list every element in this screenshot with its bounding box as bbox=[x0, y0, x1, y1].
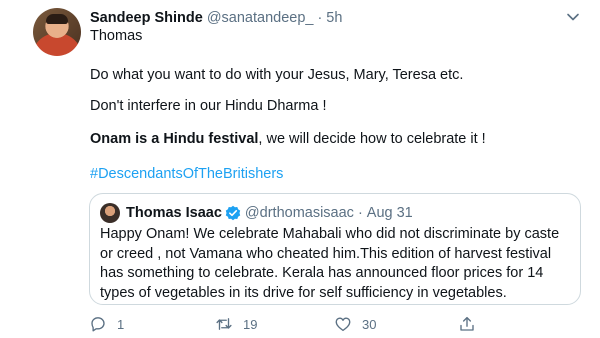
like-button[interactable]: 30 bbox=[334, 313, 376, 335]
reply-icon bbox=[91, 317, 105, 332]
quoted-avatar[interactable] bbox=[100, 203, 120, 223]
avatar-hair bbox=[46, 14, 68, 24]
retweet-button[interactable]: 19 bbox=[215, 313, 257, 335]
chevron-down-icon[interactable] bbox=[566, 10, 580, 24]
quoted-text: Happy Onam! We celebrate Mahabali who di… bbox=[100, 226, 560, 301]
share-button[interactable] bbox=[458, 313, 476, 335]
tweet-text-line-3: Don't interfere in our Hindu Dharma ! bbox=[90, 98, 327, 114]
quoted-header: Thomas Isaac @drthomasisaac · Aug 31 bbox=[126, 204, 413, 222]
bold-phrase: Onam is a Hindu festival bbox=[90, 131, 259, 147]
quoted-author-name[interactable]: Thomas Isaac bbox=[126, 205, 222, 221]
line-4-rest: , we will decide how to celebrate it ! bbox=[258, 131, 486, 147]
retweet-icon bbox=[216, 318, 232, 330]
author-name[interactable]: Sandeep Shinde bbox=[90, 10, 203, 26]
retweet-count: 19 bbox=[243, 316, 258, 332]
quoted-handle[interactable]: @drthomasisaac bbox=[245, 205, 354, 221]
tweet-header: Sandeep Shinde @sanatandeep_ · 5h bbox=[90, 8, 342, 28]
tweet-text-line-2: Do what you want to do with your Jesus, … bbox=[90, 67, 464, 83]
quoted-separator-dot: · bbox=[357, 205, 363, 221]
author-handle[interactable]: @sanatandeep_ bbox=[207, 10, 314, 26]
share-icon bbox=[460, 316, 474, 331]
quoted-tweet[interactable]: Thomas Isaac @drthomasisaac · Aug 31 Hap… bbox=[89, 193, 581, 305]
tweet-text-line-4: Onam is a Hindu festival, we will decide… bbox=[90, 129, 486, 149]
tweet-time[interactable]: 5h bbox=[326, 10, 342, 26]
separator-dot: · bbox=[317, 10, 323, 26]
like-icon bbox=[335, 317, 351, 332]
hashtag-link[interactable]: #DescendantsOfTheBritishers bbox=[90, 164, 283, 184]
verified-badge-icon bbox=[225, 205, 241, 221]
action-bar: 1 19 30 bbox=[0, 313, 600, 335]
reply-count: 1 bbox=[117, 316, 125, 332]
tweet-text-line-1: Thomas bbox=[90, 28, 143, 44]
reply-button[interactable]: 1 bbox=[89, 313, 124, 335]
like-count: 30 bbox=[362, 316, 377, 332]
avatar[interactable] bbox=[33, 8, 81, 56]
quoted-date[interactable]: Aug 31 bbox=[367, 205, 413, 221]
